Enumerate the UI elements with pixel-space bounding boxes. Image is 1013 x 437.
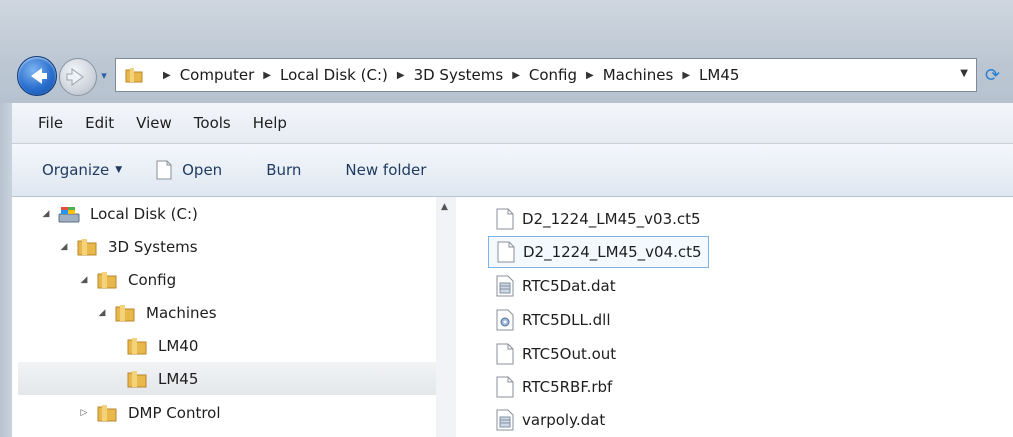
folder-icon (97, 271, 117, 288)
data-file-icon (496, 275, 514, 297)
file-list-pane: D2_1224_LM45_v03.ct5 D2_1224_LM45_v04.ct… (456, 197, 1013, 437)
tree-item-label: Config (128, 270, 177, 289)
tree-item-label: Local Disk (C:) (90, 204, 198, 223)
document-icon (497, 241, 515, 263)
file-name: RTC5RBF.rbf (522, 378, 613, 396)
file-item[interactable]: D2_1224_LM45_v03.ct5 (496, 204, 701, 234)
file-item[interactable]: RTC5DLL.dll (496, 305, 611, 335)
document-icon (496, 376, 514, 398)
back-button[interactable] (17, 56, 57, 96)
tree-item-label: 3D Systems (108, 237, 198, 256)
tree-item-machines[interactable]: ◢ Machines (96, 296, 217, 329)
refresh-icon[interactable]: ⟳ (985, 64, 1009, 88)
document-icon (496, 208, 514, 230)
navigation-pane: ◢ Local Disk (C:) ◢ 3D Systems ◢ Config … (12, 197, 436, 437)
crumb-local-disk[interactable]: Local Disk (C:) (280, 66, 388, 84)
file-name: RTC5Out.out (522, 345, 617, 363)
chevron-right-icon[interactable]: ▶ (682, 70, 690, 81)
recent-pages-dropdown[interactable]: ▾ (98, 70, 110, 82)
chevron-right-icon[interactable]: ▶ (263, 70, 271, 81)
tree-item-config[interactable]: ◢ Config (78, 263, 177, 296)
tree-item-dmp-control[interactable]: ▷ DMP Control (78, 396, 221, 429)
chevron-right-icon[interactable]: ▶ (512, 70, 520, 81)
scroll-up-icon[interactable]: ▲ (441, 202, 448, 212)
expanded-arrow-icon[interactable]: ◢ (58, 242, 70, 252)
file-item-focused[interactable]: D2_1224_LM45_v04.ct5 (488, 236, 709, 268)
menu-file[interactable]: File (38, 114, 63, 132)
address-bar[interactable]: ▶ Computer ▶ Local Disk (C:) ▶ 3D System… (115, 58, 977, 92)
tree-item-3d-systems[interactable]: ◢ 3D Systems (58, 230, 198, 263)
open-button[interactable]: Open (156, 160, 222, 180)
burn-button[interactable]: Burn (266, 161, 301, 179)
tree-item-lm40[interactable]: LM40 (126, 329, 198, 362)
menu-bar: File Edit View Tools Help (12, 103, 1013, 144)
drive-icon (58, 206, 80, 222)
file-item[interactable]: varpoly.dat (496, 405, 605, 435)
crumb-config[interactable]: Config (529, 66, 577, 84)
crumb-3d-systems[interactable]: 3D Systems (414, 66, 504, 84)
chevron-right-icon[interactable]: ▶ (586, 70, 594, 81)
window-edge (0, 103, 12, 437)
organize-label: Organize (42, 161, 110, 179)
document-icon (156, 160, 172, 180)
data-file-icon (496, 409, 514, 431)
folder-icon (127, 370, 147, 387)
tree-item-local-disk[interactable]: ◢ Local Disk (C:) (40, 197, 198, 230)
menu-help[interactable]: Help (253, 114, 287, 132)
crumb-computer[interactable]: Computer (180, 66, 255, 84)
navigation-scrollbar[interactable]: ▲ (436, 197, 456, 437)
collapsed-arrow-icon[interactable]: ▷ (78, 408, 90, 418)
tree-item-label: LM40 (158, 336, 199, 355)
menu-view[interactable]: View (136, 114, 172, 132)
tree-item-label: Machines (146, 303, 217, 322)
file-name: varpoly.dat (522, 411, 606, 429)
forward-button[interactable] (59, 58, 97, 96)
file-name: RTC5Dat.dat (522, 277, 616, 295)
crumb-machines[interactable]: Machines (603, 66, 674, 84)
menu-edit[interactable]: Edit (85, 114, 114, 132)
dll-file-icon (496, 309, 514, 331)
folder-icon (115, 304, 135, 321)
file-item[interactable]: RTC5RBF.rbf (496, 372, 612, 402)
folder-icon (77, 238, 97, 255)
folder-icon (125, 68, 143, 83)
crumb-lm45[interactable]: LM45 (699, 66, 739, 84)
folder-icon (97, 404, 117, 421)
tree-item-lm45[interactable]: LM45 (18, 362, 436, 395)
tree-item-label: LM45 (158, 369, 199, 388)
arrow-right-icon (66, 68, 84, 86)
file-name: D2_1224_LM45_v03.ct5 (522, 210, 701, 228)
organize-button[interactable]: Organize ▼ (42, 161, 122, 179)
breadcrumb: ▶ Computer ▶ Local Disk (C:) ▶ 3D System… (154, 59, 739, 91)
folder-icon (127, 337, 147, 354)
chevron-right-icon[interactable]: ▶ (163, 70, 171, 81)
file-name: RTC5DLL.dll (522, 311, 611, 329)
file-name: D2_1224_LM45_v04.ct5 (523, 243, 702, 261)
expanded-arrow-icon[interactable]: ◢ (40, 209, 52, 219)
document-icon (496, 343, 514, 365)
chevron-down-icon: ▼ (115, 165, 123, 175)
chevron-down-icon[interactable]: ▼ (960, 68, 968, 79)
expanded-arrow-icon[interactable]: ◢ (96, 308, 108, 318)
open-label: Open (182, 161, 223, 179)
expanded-arrow-icon[interactable]: ◢ (78, 275, 90, 285)
new-folder-label: New folder (345, 161, 427, 179)
file-item[interactable]: RTC5Out.out (496, 339, 616, 369)
tree-item-label: DMP Control (128, 403, 221, 422)
burn-label: Burn (266, 161, 302, 179)
new-folder-button[interactable]: New folder (345, 161, 426, 179)
chevron-right-icon[interactable]: ▶ (397, 70, 405, 81)
file-item[interactable]: RTC5Dat.dat (496, 271, 616, 301)
command-bar: Organize ▼ Open Burn New folder (12, 144, 1013, 197)
arrow-left-icon (31, 68, 47, 84)
menu-tools[interactable]: Tools (194, 114, 231, 132)
